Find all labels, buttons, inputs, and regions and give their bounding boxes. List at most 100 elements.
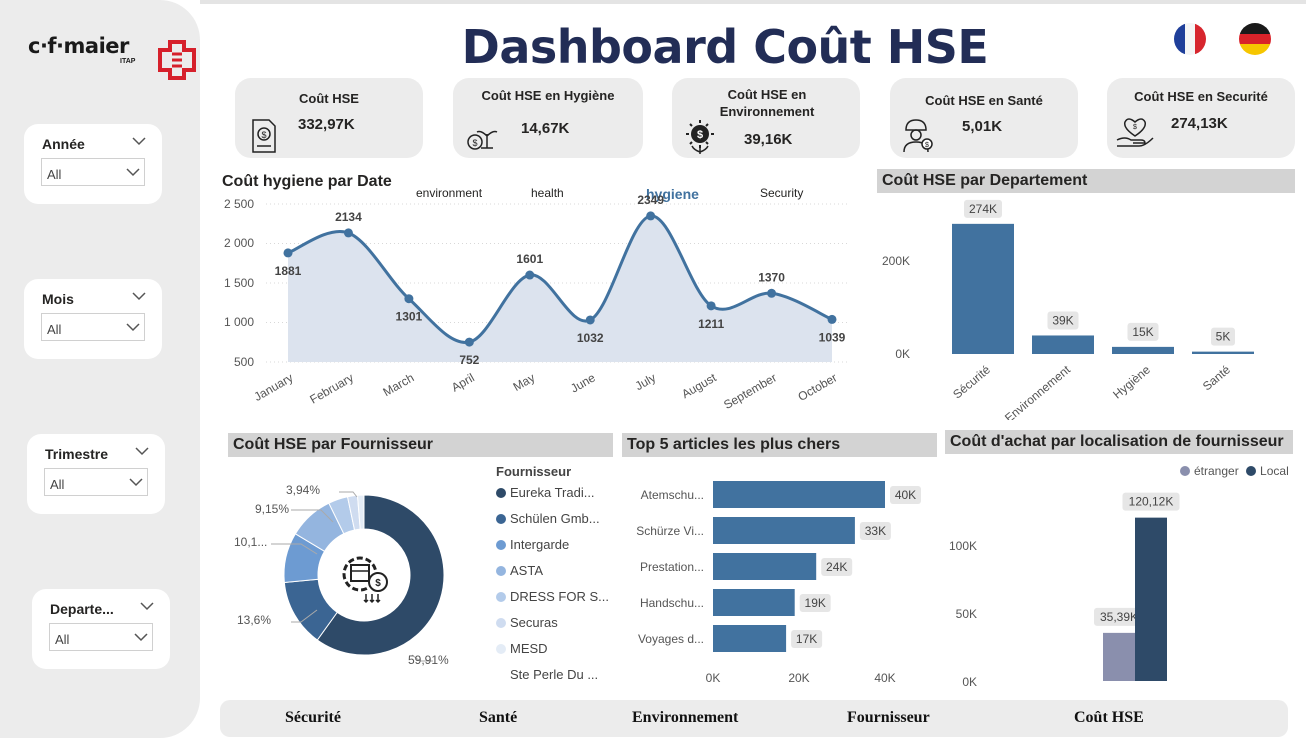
legend-item[interactable]: Securas	[496, 615, 558, 630]
kpi-card-securite: Coût HSE en Securité 274,13K $	[1107, 78, 1295, 158]
line-point[interactable]	[464, 337, 474, 347]
bar[interactable]	[952, 223, 1014, 354]
bar[interactable]	[713, 625, 787, 652]
line-point[interactable]	[404, 294, 414, 304]
kpi-card-sante: Coût HSE en Santé 5,01K $	[890, 78, 1078, 158]
data-label: 5K	[1216, 330, 1231, 344]
line-point[interactable]	[767, 288, 777, 298]
line-point[interactable]	[525, 270, 535, 280]
data-label: 1881	[275, 264, 302, 278]
legend-item[interactable]: Ste Perle Du ...	[496, 667, 598, 682]
bar[interactable]	[1032, 335, 1094, 354]
data-label: 24K	[826, 560, 847, 574]
legend-item[interactable]: Eureka Tradi...	[496, 485, 595, 500]
kpi-title: Coût HSE en Securité	[1134, 89, 1268, 104]
line-point[interactable]	[646, 211, 656, 221]
y-tick-label: 2 500	[224, 197, 254, 211]
line-point[interactable]	[706, 301, 716, 311]
kpi-title: Coût HSE en Santé	[925, 93, 1043, 108]
nav-fournisseur[interactable]: Fournisseur	[847, 709, 930, 727]
bar[interactable]	[1192, 351, 1254, 354]
chevron-down-icon[interactable]	[135, 446, 149, 456]
line-point[interactable]	[283, 248, 293, 258]
x-tick-label: September	[721, 370, 779, 411]
x-tick-label: May	[511, 370, 538, 393]
legend-item[interactable]: ASTA	[496, 563, 543, 578]
logo-subtitle: ITAP	[120, 58, 136, 65]
nav-environnement[interactable]: Environnement	[632, 709, 738, 727]
bar-etranger[interactable]	[1103, 632, 1135, 681]
slicer-dropdown[interactable]: All	[41, 158, 145, 186]
kpi-value: 14,67K	[521, 120, 570, 137]
kpi-title: Coût HSE en Hygiène	[481, 88, 615, 103]
bar-local[interactable]	[1135, 517, 1167, 681]
x-tick-label: July	[633, 370, 658, 393]
slicer-dropdown[interactable]: All	[49, 623, 153, 651]
legend-item[interactable]: Intergarde	[496, 537, 569, 552]
document-coin-icon: $	[252, 119, 276, 153]
legend-dot	[496, 488, 506, 498]
top-border	[200, 0, 1306, 4]
kpi-card-cout-hse: Coût HSE 332,97K $	[235, 78, 423, 158]
chevron-down-icon	[126, 168, 140, 177]
bar[interactable]	[713, 517, 855, 544]
legend-item[interactable]: DRESS FOR S...	[496, 589, 609, 604]
y-tick-label: Prestation...	[640, 560, 704, 574]
slicer-title: Mois	[42, 291, 74, 307]
data-label: 2349	[637, 193, 664, 207]
x-tick-label: June	[568, 370, 598, 395]
chevron-down-icon	[126, 323, 140, 332]
footer-nav: Sécurité Santé Environnement Fournisseur…	[220, 700, 1288, 737]
data-label: 39K	[1052, 313, 1073, 327]
legend-label: Local	[1260, 464, 1289, 478]
svg-text:$: $	[375, 578, 381, 589]
data-label: 35,39K	[1100, 610, 1138, 624]
slicer-dropdown[interactable]: All	[41, 313, 145, 341]
bar[interactable]	[713, 553, 817, 580]
slicer-dropdown[interactable]: All	[44, 468, 148, 496]
slicer-value: All	[50, 477, 65, 492]
x-tick-label: March	[381, 370, 417, 399]
page-title: Dashboard Coût HSE	[461, 20, 989, 74]
line-point[interactable]	[585, 315, 595, 325]
chevron-down-icon[interactable]	[132, 136, 146, 146]
y-tick-label: 100K	[949, 539, 977, 553]
kpi-card-hygiene: Coût HSE en Hygiène 14,67K $	[453, 78, 643, 158]
x-tick-label: Environnement	[1002, 362, 1073, 420]
loc-chart-title: Coût d'achat par localisation de fournis…	[945, 430, 1293, 454]
y-tick-label: 50K	[956, 607, 977, 621]
x-tick-label: 20K	[788, 671, 809, 685]
x-tick-label: 40K	[874, 671, 895, 685]
flag-france-icon[interactable]	[1174, 23, 1206, 55]
data-label: 2134	[335, 210, 362, 224]
legend-dot	[496, 618, 506, 628]
y-tick-label: 200K	[882, 254, 910, 268]
legend-item[interactable]: MESD	[496, 641, 548, 656]
svg-text:$: $	[472, 138, 477, 148]
worker-icon: $	[903, 119, 933, 153]
y-tick-label: 1 500	[224, 276, 254, 290]
chevron-down-icon[interactable]	[140, 601, 154, 611]
dept-chart-title: Coût HSE par Departement	[877, 169, 1295, 193]
nav-sante[interactable]: Santé	[479, 709, 517, 727]
line-point[interactable]	[827, 314, 837, 324]
slice-label: 59,91%	[408, 653, 449, 667]
legend-dot	[496, 540, 506, 550]
y-tick-label: 500	[234, 355, 254, 369]
bar[interactable]	[1112, 346, 1174, 354]
nav-cout-hse[interactable]: Coût HSE	[1074, 709, 1144, 727]
bar[interactable]	[713, 481, 885, 508]
y-tick-label: 0K	[962, 675, 977, 689]
y-tick-label: Atemschu...	[641, 488, 704, 502]
svg-text:$: $	[1133, 124, 1137, 131]
bar[interactable]	[713, 589, 795, 616]
legend-dot	[496, 514, 506, 524]
nav-securite[interactable]: Sécurité	[285, 709, 341, 727]
donut-legend-title: Fournisseur	[496, 464, 572, 479]
line-point[interactable]	[343, 228, 353, 238]
logo-text: c·f·maier	[28, 34, 129, 58]
chevron-down-icon[interactable]	[132, 291, 146, 301]
legend-item[interactable]: Schülen Gmb...	[496, 511, 600, 526]
flag-germany-icon[interactable]	[1239, 23, 1271, 55]
slicer-title: Trimestre	[45, 446, 109, 462]
